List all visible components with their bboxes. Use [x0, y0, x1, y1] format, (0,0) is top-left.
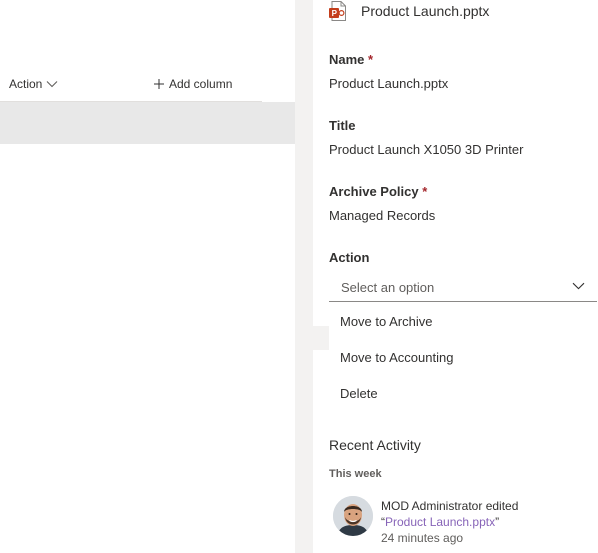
name-field-label: Name * — [329, 52, 373, 67]
user-avatar-image — [333, 496, 373, 536]
details-panel: P Product Launch.pptx Name * Product Lau… — [313, 0, 598, 553]
archive-policy-label-text: Archive Policy — [329, 184, 419, 199]
column-header-action[interactable]: Action — [9, 77, 58, 91]
action-dropdown-menu: Move to Archive Move to Accounting Delet… — [329, 304, 597, 412]
panel-scrim — [295, 0, 313, 553]
activity-verb: edited — [485, 499, 519, 513]
action-field-label: Action — [329, 250, 369, 265]
option-move-to-accounting[interactable]: Move to Accounting — [329, 340, 597, 376]
chevron-down-icon — [46, 81, 58, 88]
activity-time: 24 minutes ago — [381, 531, 464, 545]
title-field-value[interactable]: Product Launch X1050 3D Printer — [329, 142, 523, 157]
action-dropdown[interactable]: Select an option — [329, 274, 597, 302]
activity-file-link[interactable]: Product Launch.pptx — [385, 515, 495, 529]
selected-list-row[interactable] — [0, 102, 295, 144]
activity-group-label: This week — [329, 468, 382, 480]
archive-policy-field-value[interactable]: Managed Records — [329, 208, 435, 223]
activity-entry: MOD Administrator edited “Product Launch… — [333, 496, 518, 546]
menu-edge — [313, 326, 329, 350]
recent-activity-title: Recent Activity — [329, 437, 421, 453]
activity-line-2: “Product Launch.pptx” — [381, 514, 518, 530]
required-mark: * — [368, 52, 374, 67]
quote-close: ” — [495, 515, 500, 529]
activity-text: MOD Administrator edited “Product Launch… — [381, 496, 518, 546]
add-column-button[interactable]: Add column — [154, 77, 232, 91]
svg-text:P: P — [332, 9, 338, 18]
activity-user[interactable]: MOD Administrator — [381, 499, 482, 513]
column-header-action-label: Action — [9, 77, 43, 91]
add-column-label: Add column — [169, 77, 233, 91]
plus-icon — [154, 79, 164, 89]
panel-file-name: Product Launch.pptx — [361, 3, 490, 19]
column-header-row: Action Add column — [0, 68, 262, 102]
option-move-to-archive[interactable]: Move to Archive — [329, 304, 597, 340]
archive-policy-field-label: Archive Policy * — [329, 184, 427, 199]
activity-line-1: MOD Administrator edited — [381, 498, 518, 514]
document-list: Action Add column — [0, 0, 295, 553]
name-field-value[interactable]: Product Launch.pptx — [329, 76, 448, 91]
title-label-text: Title — [329, 118, 356, 133]
action-label-text: Action — [329, 250, 370, 265]
required-mark: * — [422, 184, 428, 199]
title-field-label: Title — [329, 118, 356, 133]
action-dropdown-placeholder: Select an option — [341, 280, 435, 295]
powerpoint-file-icon: P — [329, 1, 346, 21]
name-label-text: Name — [329, 52, 365, 67]
file-header: P Product Launch.pptx — [329, 0, 489, 22]
app-root: Action Add column P Product Launch.pptx … — [0, 0, 598, 553]
user-avatar[interactable] — [333, 496, 373, 536]
chevron-down-icon — [572, 282, 585, 290]
option-delete[interactable]: Delete — [329, 376, 597, 412]
